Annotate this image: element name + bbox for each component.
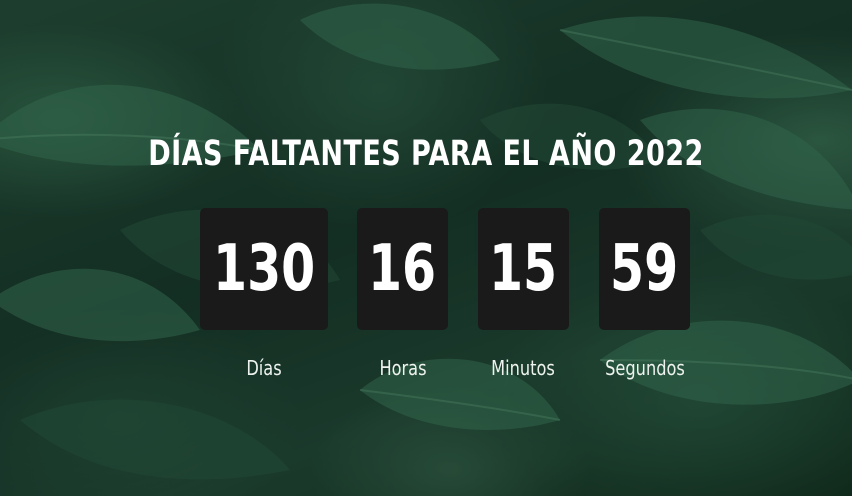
countdown-days: 130 — [200, 208, 328, 330]
seconds-value: 59 — [610, 232, 679, 306]
minutes-label: Minutos — [491, 356, 555, 380]
countdown-minutes: 15 — [478, 208, 569, 330]
seconds-box: 59 — [599, 208, 690, 330]
days-box: 130 — [200, 208, 328, 330]
hours-box: 16 — [357, 208, 448, 330]
minutes-value: 15 — [489, 232, 558, 306]
countdown-seconds: 59 — [599, 208, 690, 330]
hours-label: Horas — [379, 356, 427, 380]
days-value: 130 — [212, 232, 316, 306]
hours-value: 16 — [368, 232, 437, 306]
page-title: DÍAS FALTANTES PARA EL AÑO 2022 — [148, 134, 704, 174]
days-label: Días — [246, 356, 282, 380]
countdown-hours: 16 — [357, 208, 448, 330]
seconds-label: Segundos — [605, 356, 685, 380]
minutes-box: 15 — [478, 208, 569, 330]
